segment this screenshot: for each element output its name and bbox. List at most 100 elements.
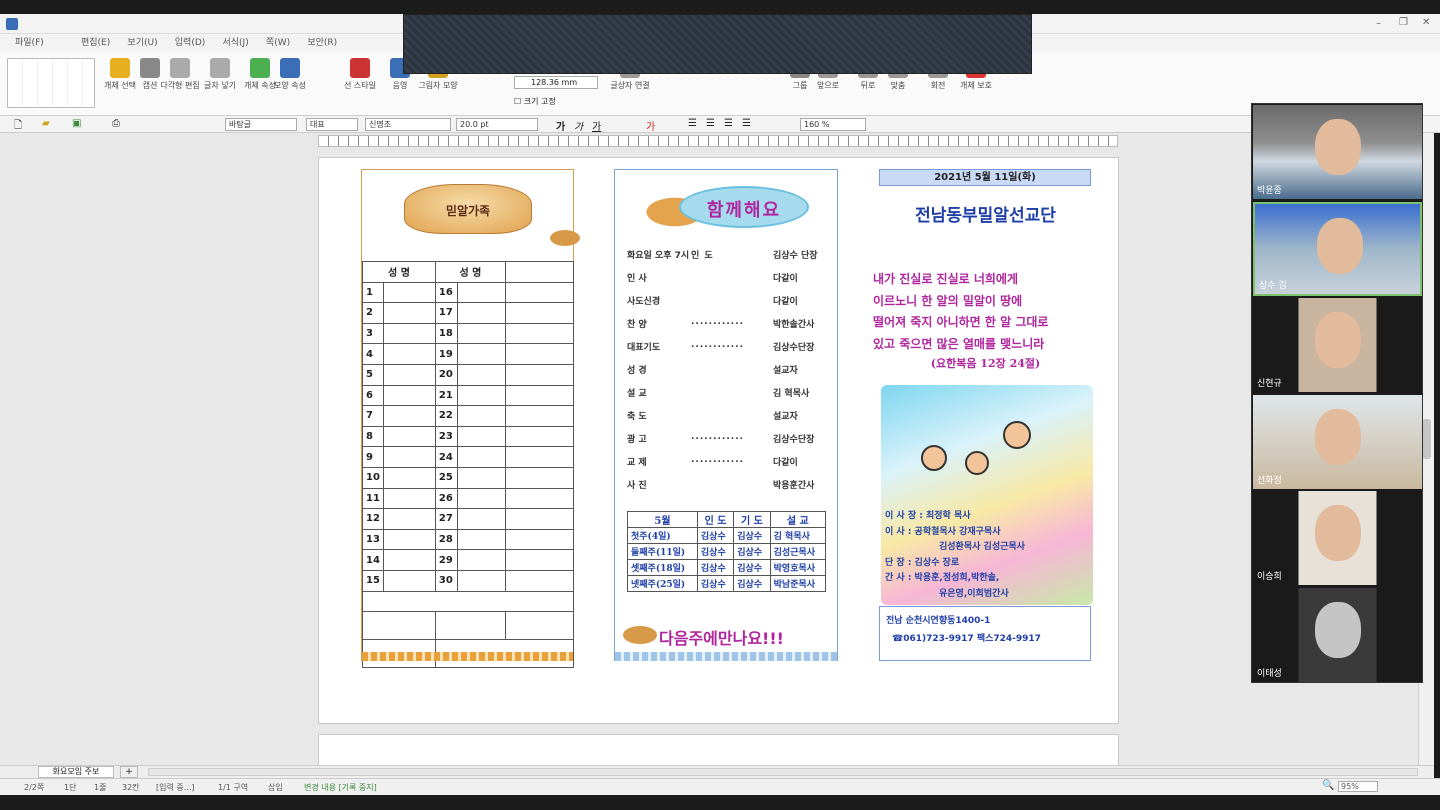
program-item: 찬 양	[627, 320, 647, 330]
panel1-title: 믿알가족	[445, 204, 491, 218]
status-track[interactable]: 변경 내용 [기록 중지]	[304, 782, 377, 793]
table-row: 6 21	[362, 384, 575, 407]
participant-video-strip[interactable]: 박윤종 상수 김 신현규선화정이승희 이태성	[1251, 103, 1423, 683]
horizontal-ruler[interactable]	[318, 135, 1118, 147]
table-cell	[504, 446, 575, 468]
line-spacing-field[interactable]: 160 %	[800, 118, 866, 131]
table-cell: 18	[434, 322, 458, 345]
status-insert[interactable]: 삽입	[268, 782, 283, 793]
schedule-cell: 넷째주(25일)	[627, 575, 698, 592]
document-tab[interactable]: 화요모임 주보	[38, 766, 114, 778]
align-right-icon[interactable]: ☰	[724, 118, 733, 129]
blue-border-strip	[615, 652, 837, 661]
schedule-cell: 둘째주(11일)	[627, 543, 698, 560]
ribbon-label: 개체 보호	[960, 81, 992, 90]
width-field[interactable]: 128.36 mm	[514, 76, 598, 89]
align-center-icon[interactable]: ☰	[706, 118, 715, 129]
table-cell	[382, 343, 436, 365]
schedule-cell: 김상수	[733, 559, 771, 576]
table-row	[362, 610, 575, 640]
table-cell	[504, 466, 575, 489]
status-char: 32칸	[122, 783, 140, 792]
size-lock-checkbox[interactable]: ☐ 크기 고정	[514, 96, 556, 107]
app-icon[interactable]	[6, 18, 18, 30]
close-icon[interactable]: ✕	[1422, 17, 1430, 28]
table-cell	[382, 425, 436, 448]
participant-tile[interactable]: 선화정	[1253, 394, 1422, 489]
table-cell: 25	[434, 466, 458, 489]
staff-line: 간 사 : 박용훈,정성희,박한솔,	[885, 573, 1000, 583]
table-cell	[504, 508, 575, 530]
zoom-icon[interactable]: 🔍	[1322, 780, 1334, 791]
table-cell	[504, 322, 575, 345]
table-cell	[456, 363, 506, 386]
table-cell: 23	[434, 425, 458, 448]
maximize-icon[interactable]: ❐	[1399, 17, 1408, 28]
staff-line: 유은영,이희범간사	[939, 588, 1009, 599]
table-cell	[504, 528, 575, 551]
ribbon-label: 맞춤	[890, 81, 906, 90]
print-icon[interactable]: ⎙	[112, 118, 120, 129]
table-cell	[504, 569, 575, 592]
program-item: 사도신경	[627, 297, 661, 307]
table-cell	[504, 302, 575, 324]
table-row: 15 30	[362, 569, 575, 592]
participant-name: 선화정	[1257, 475, 1282, 486]
menu-page[interactable]: 쪽(W)	[259, 34, 297, 52]
table-cell	[382, 446, 436, 468]
staff-line: 이 사 장 : 최정학 목사	[885, 511, 971, 521]
participant-tile[interactable]: 상수 김	[1253, 201, 1422, 296]
ribbon-button-6[interactable]: 선 스타일	[340, 56, 380, 112]
participant-tile[interactable]: 신현규	[1253, 298, 1422, 392]
save-icon[interactable]: ▣	[72, 118, 81, 129]
add-tab-button[interactable]: +	[120, 766, 138, 778]
table-row: 12 27	[362, 508, 575, 530]
ribbon-button-2[interactable]: 다각형 편집	[160, 56, 200, 112]
text-color-icon[interactable]: 가	[646, 118, 655, 133]
table-cell	[456, 343, 506, 365]
ribbon-label: 뒤로	[860, 81, 876, 90]
open-icon[interactable]: ▰	[42, 118, 50, 129]
style-select[interactable]: 바탕글	[225, 118, 297, 131]
font-select[interactable]: 신명조	[365, 118, 451, 131]
member-table: 성 명성 명 1 16 2 17 3 18 4 19 5 20 6 21 7 22 8 23 9 24 10 25 11 2…	[362, 261, 575, 668]
menu-insert[interactable]: 입력(D)	[168, 34, 213, 52]
bold-icon[interactable]: 가	[556, 118, 565, 133]
font-size-field[interactable]: 20.0 pt	[456, 118, 538, 131]
ribbon-button-3[interactable]: 글자 넣기	[200, 56, 240, 112]
menu-format[interactable]: 서식(J)	[215, 34, 255, 52]
table-cell	[504, 281, 575, 304]
staff-list: 이 사 장 : 최정학 목사 이 사 : 공학철목사 강재구목사 김성환목사 김성근…	[885, 509, 1091, 602]
table-cell: 29	[434, 549, 458, 571]
table-cell: 15	[362, 569, 384, 592]
table-cell: 19	[434, 343, 458, 365]
header-cell: 성 명	[362, 261, 436, 283]
menu-file[interactable]: 파일(F)	[8, 34, 51, 52]
participant-tile[interactable]: 박윤종	[1253, 105, 1422, 199]
italic-icon[interactable]: 가	[574, 118, 583, 133]
participant-tile[interactable]: 이태성	[1253, 587, 1422, 682]
menu-security[interactable]: 보안(R)	[300, 34, 344, 52]
status-zoom[interactable]: 95%	[1338, 781, 1378, 792]
ribbon-label: 다각형 편집	[160, 81, 200, 90]
screen-share-bar[interactable]	[403, 14, 1032, 74]
program-leader-dots: ............	[691, 455, 745, 465]
menu-edit[interactable]: 편집(E)	[74, 34, 117, 52]
schedule-cell: 김상수	[696, 575, 735, 592]
scroll-thumb[interactable]	[1422, 419, 1431, 459]
align-left-icon[interactable]: ☰	[688, 118, 697, 129]
table-cell	[382, 363, 436, 386]
underline-icon[interactable]: 가	[592, 118, 601, 133]
ribbon-button-5[interactable]: 모양 속성	[270, 56, 310, 112]
menu-view[interactable]: 보기(U)	[120, 34, 164, 52]
shape-gallery[interactable]	[7, 58, 95, 108]
table-header-row: 성 명성 명	[362, 261, 575, 283]
justify-icon[interactable]: ☰	[742, 118, 751, 129]
participant-tile[interactable]: 이승희	[1253, 491, 1422, 585]
language-select[interactable]: 대표	[306, 118, 358, 131]
horizontal-scrollbar[interactable]	[148, 768, 1418, 776]
program-person: 김상수 단장	[773, 251, 818, 261]
minimize-icon[interactable]: –	[1376, 18, 1381, 29]
table-cell: 11	[362, 487, 384, 510]
table-cell: 7	[362, 405, 384, 427]
